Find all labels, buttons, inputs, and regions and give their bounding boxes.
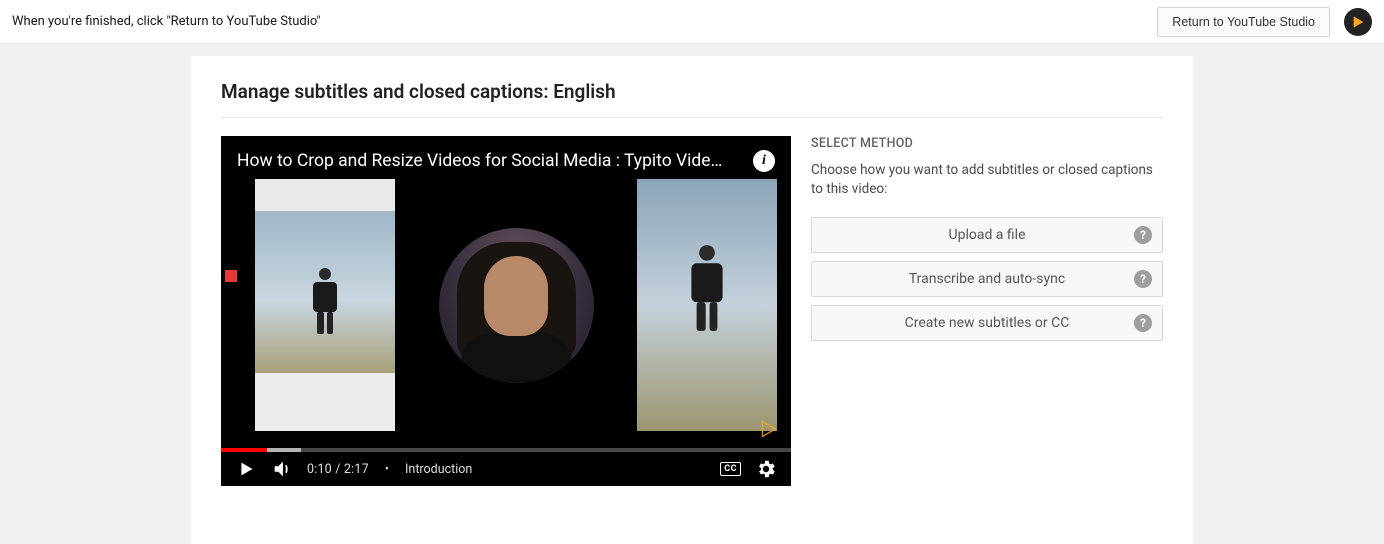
- main-card: Manage subtitles and closed captions: En…: [191, 56, 1193, 544]
- method-options: Upload a file ? Transcribe and auto-sync…: [811, 217, 1163, 341]
- help-icon[interactable]: ?: [1134, 314, 1152, 332]
- content-row: How to Crop and Resize Videos for Social…: [221, 136, 1163, 486]
- select-method-description: Choose how you want to add subtitles or …: [811, 161, 1163, 199]
- video-thumbnail-right: [637, 179, 777, 431]
- settings-icon[interactable]: [755, 458, 777, 480]
- player-controls: 0:10 / 2:17 • Introduction CC: [221, 452, 791, 486]
- record-indicator-icon: [225, 270, 237, 282]
- video-player[interactable]: How to Crop and Resize Videos for Social…: [221, 136, 791, 486]
- page-title: Manage subtitles and closed captions: En…: [221, 80, 1163, 118]
- return-to-studio-button[interactable]: Return to YouTube Studio: [1157, 7, 1330, 37]
- help-icon[interactable]: ?: [1134, 226, 1152, 244]
- select-method-heading: SELECT METHOD: [811, 136, 1163, 151]
- video-frame: [255, 182, 777, 428]
- time-separator: /: [335, 462, 340, 477]
- player-header: How to Crop and Resize Videos for Social…: [221, 136, 791, 182]
- video-title: How to Crop and Resize Videos for Social…: [237, 151, 743, 171]
- upload-file-button[interactable]: Upload a file ?: [811, 217, 1163, 253]
- video-thumbnail-left: [255, 179, 395, 431]
- top-bar: When you're finished, click "Return to Y…: [0, 0, 1384, 44]
- upload-file-label: Upload a file: [949, 227, 1026, 243]
- top-bar-right: Return to YouTube Studio: [1157, 7, 1372, 37]
- instruction-text: When you're finished, click "Return to Y…: [12, 14, 321, 29]
- create-new-subtitles-button[interactable]: Create new subtitles or CC ?: [811, 305, 1163, 341]
- method-panel: SELECT METHOD Choose how you want to add…: [811, 136, 1163, 486]
- chapter-name[interactable]: Introduction: [405, 462, 472, 477]
- video-thumbnail-center: [429, 218, 604, 393]
- transcribe-autosync-label: Transcribe and auto-sync: [909, 271, 1065, 287]
- chapter-bullet: •: [385, 462, 389, 477]
- transcribe-autosync-button[interactable]: Transcribe and auto-sync ?: [811, 261, 1163, 297]
- info-icon[interactable]: i: [753, 150, 775, 172]
- studio-logo-icon[interactable]: [1344, 8, 1372, 36]
- duration: 2:17: [344, 462, 369, 477]
- volume-icon[interactable]: [271, 458, 293, 480]
- play-icon[interactable]: [235, 458, 257, 480]
- help-icon[interactable]: ?: [1134, 270, 1152, 288]
- watermark-icon: [757, 418, 779, 444]
- create-new-subtitles-label: Create new subtitles or CC: [905, 315, 1070, 331]
- cc-button[interactable]: CC: [720, 462, 741, 476]
- current-time: 0:10: [307, 462, 332, 477]
- time-display: 0:10 / 2:17: [307, 462, 369, 477]
